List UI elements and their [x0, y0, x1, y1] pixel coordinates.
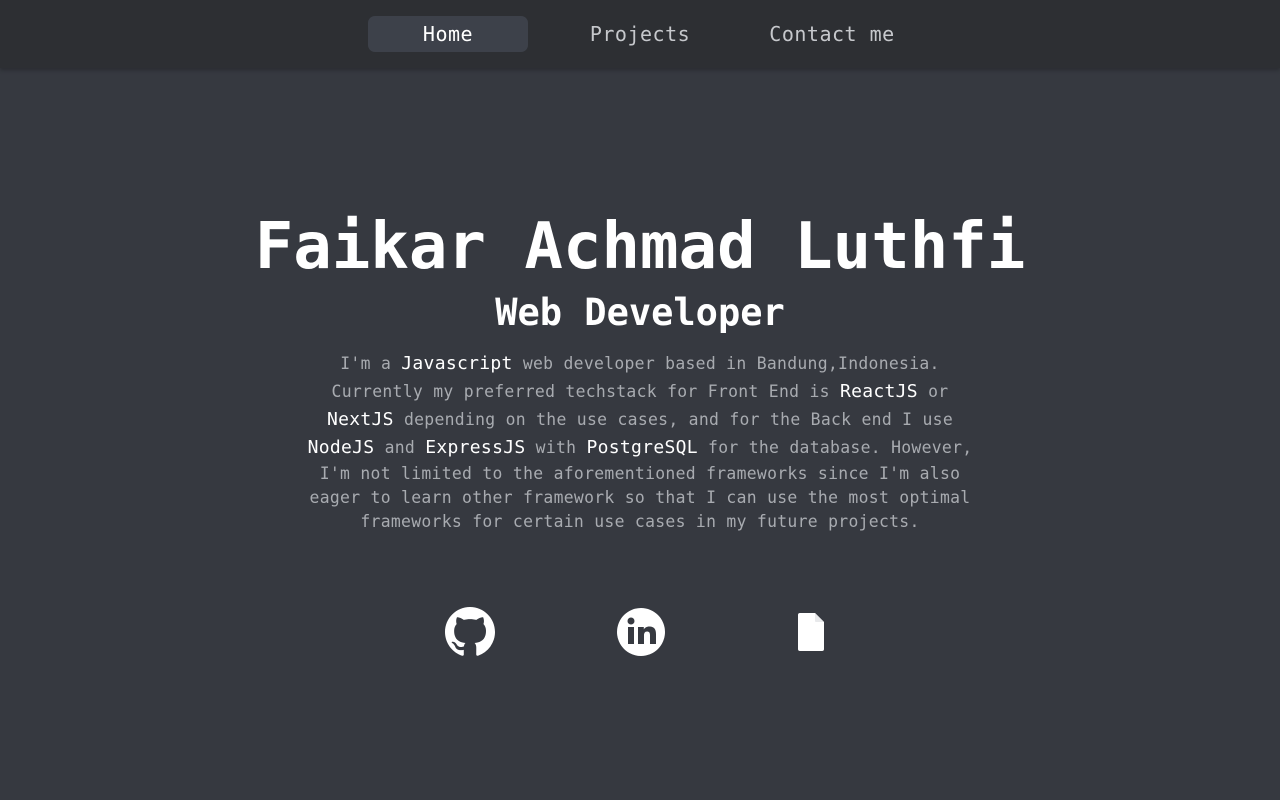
bio-text: Currently my preferred techstack for Fro…: [331, 382, 840, 401]
nav-contact-tab[interactable]: Contact me: [752, 16, 912, 52]
bio-text: I'm a: [340, 354, 402, 373]
github-link[interactable]: [445, 607, 495, 657]
bio-highlight: PostgreSQL: [586, 437, 698, 458]
bio-line: NodeJS and ExpressJS with PostgreSQL for…: [300, 434, 980, 462]
bio-line: NextJS depending on the use cases, and f…: [300, 406, 980, 434]
navbar: Home Projects Contact me: [0, 0, 1280, 68]
bio-highlight: ExpressJS: [425, 437, 526, 458]
resume-link[interactable]: [786, 607, 836, 657]
bio-text: and: [374, 438, 426, 457]
linkedin-link[interactable]: [616, 607, 666, 657]
bio-line: Currently my preferred techstack for Fro…: [300, 378, 980, 406]
bio-text: web developer based in Bandung,Indonesia…: [512, 354, 940, 373]
bio-paragraph: I'm a Javascript web developer based in …: [300, 350, 980, 534]
hero-role: Web Developer: [495, 291, 785, 334]
file-icon: [798, 613, 824, 651]
nav-home-tab[interactable]: Home: [368, 16, 528, 52]
bio-highlight: Javascript: [401, 353, 513, 374]
hero-name: Faikar Achmad Luthfi: [254, 210, 1026, 284]
nav-projects-tab[interactable]: Projects: [562, 16, 718, 52]
bio-line: I'm a Javascript web developer based in …: [300, 350, 980, 378]
bio-line: frameworks for certain use cases in my f…: [360, 512, 920, 531]
bio-highlight: NodeJS: [307, 437, 375, 458]
bio-text: or: [917, 382, 949, 401]
bio-line: I'm not limited to the aforementioned fr…: [319, 464, 961, 483]
bio-text: with: [525, 438, 587, 457]
bio-highlight: NextJS: [326, 409, 394, 430]
bio-highlight: ReactJS: [839, 381, 918, 402]
linkedin-icon: [617, 608, 665, 656]
bio-line: eager to learn other framework so that I…: [309, 488, 971, 507]
github-icon: [445, 607, 495, 656]
bio-text: depending on the use cases, and for the …: [393, 410, 954, 429]
bio-text: for the database. However,: [697, 438, 973, 457]
